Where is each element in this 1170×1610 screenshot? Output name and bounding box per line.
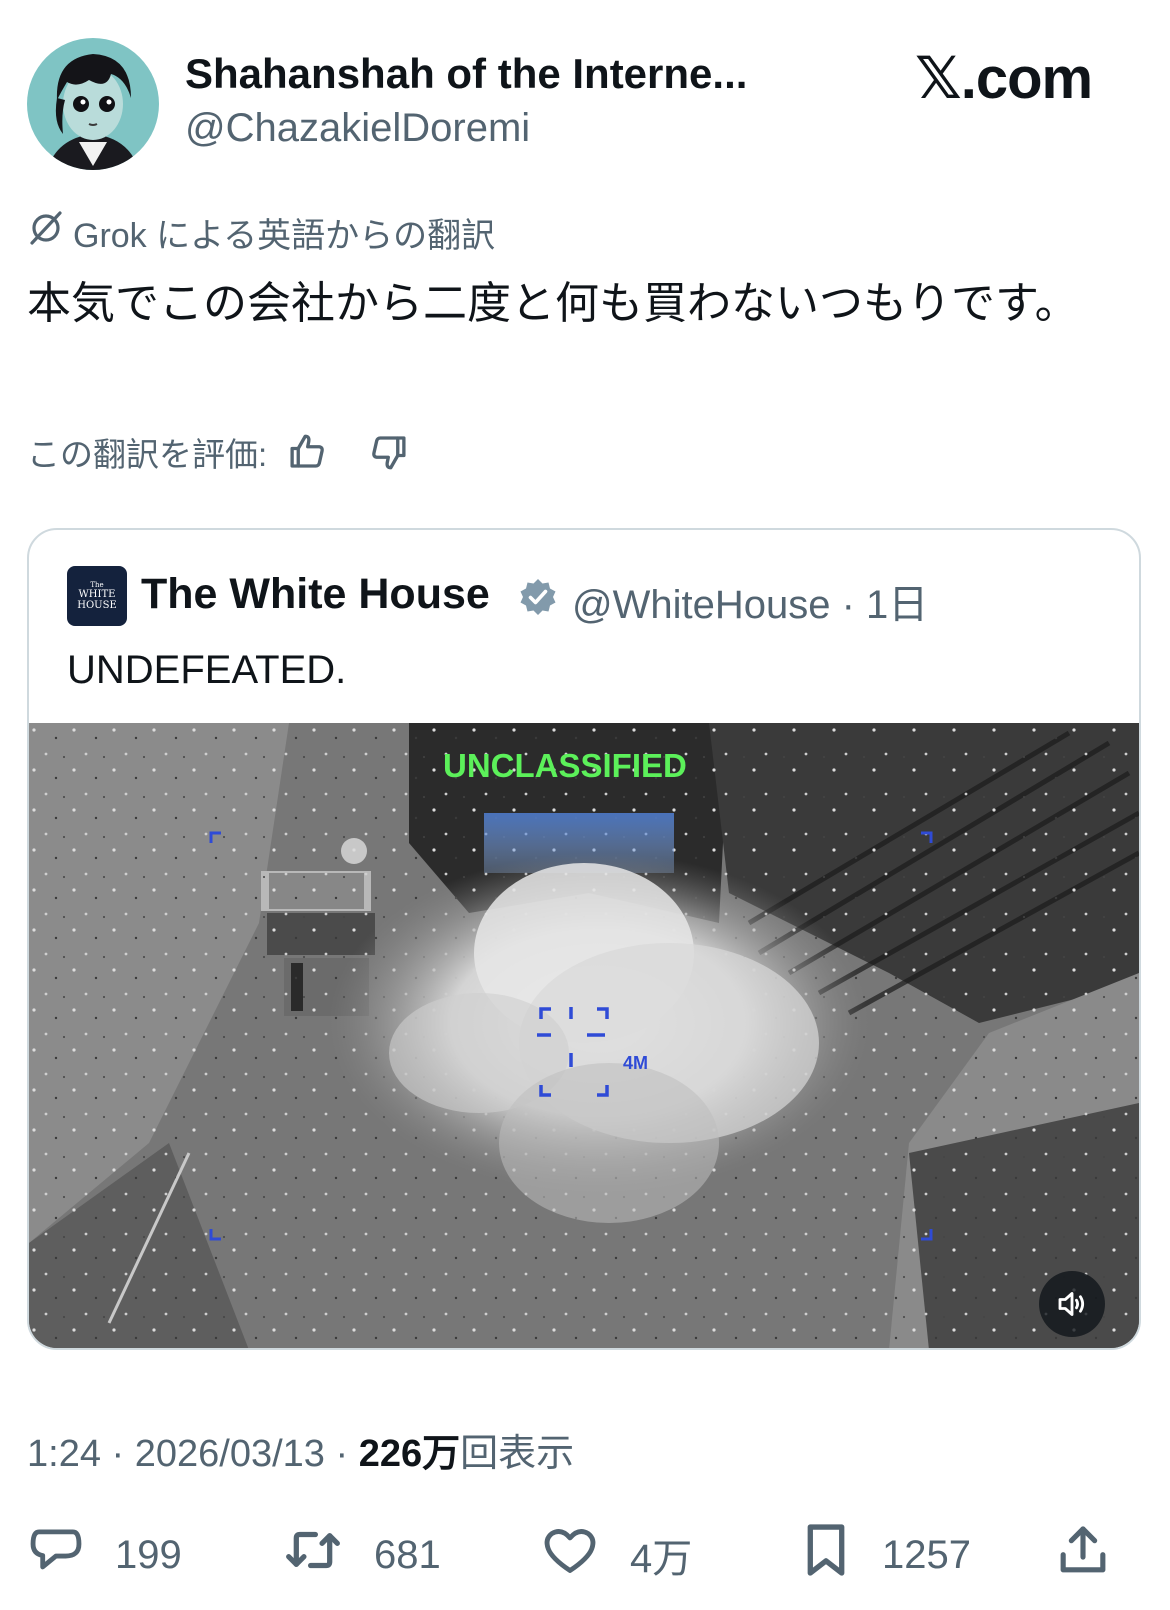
heart-icon: [540, 1521, 600, 1589]
repost-icon: [282, 1521, 344, 1589]
unclassified-overlay: UNCLASSIFIED: [443, 747, 687, 784]
quoted-video[interactable]: UNCLASSIFIED 4M: [29, 723, 1139, 1348]
avatar-text-the: The: [90, 581, 104, 589]
author-display-name[interactable]: Shahanshah of the Interne...: [185, 50, 747, 98]
bookmark-count: 1257: [882, 1532, 971, 1577]
bookmark-button[interactable]: 1257: [800, 1520, 971, 1590]
view-count: 226万: [358, 1433, 461, 1475]
translated-tweet-text: 本気でこの会社から二度と何も買わないつもりです。: [27, 279, 1079, 328]
author-handle[interactable]: @ChazakielDoremi: [185, 106, 530, 151]
reply-icon: [27, 1521, 85, 1589]
post-meta: 1:24 · 2026/03/13 · 226万回表示: [27, 1422, 574, 1477]
brand-suffix: .com: [960, 46, 1093, 111]
translation-source-label: Grok による英語からの翻訳: [73, 216, 496, 255]
volume-icon[interactable]: [1039, 1271, 1105, 1337]
quoted-handle-time[interactable]: @WhiteHouse · 1日: [572, 572, 928, 630]
post-action-bar: 199 681 4万 1257: [27, 1520, 1127, 1590]
hud-range-label: 4M: [623, 1053, 649, 1073]
like-button[interactable]: 4万: [540, 1520, 692, 1590]
x-logo-icon: 𝕏: [915, 44, 962, 112]
share-button[interactable]: [1055, 1520, 1111, 1590]
bookmark-icon: [800, 1521, 852, 1589]
rate-translation-row: この翻訳を評価:: [27, 428, 415, 476]
thumbs-up-icon[interactable]: [281, 426, 333, 478]
avatar-text-white: WHITE: [78, 589, 116, 600]
repost-count: 681: [374, 1532, 441, 1577]
reply-count: 199: [115, 1532, 182, 1577]
share-icon: [1055, 1521, 1111, 1589]
author-avatar[interactable]: [27, 38, 159, 170]
post-time-date[interactable]: 1:24 · 2026/03/13 ·: [27, 1433, 359, 1475]
quoted-post-card[interactable]: The WHITE HOUSE The White House @WhiteHo…: [27, 528, 1141, 1350]
rate-translation-label: この翻訳を評価:: [27, 436, 268, 473]
quoted-author-name[interactable]: The White House: [141, 570, 490, 619]
views-label: 回表示: [460, 1433, 575, 1475]
drone-footage-image: [29, 723, 1139, 1348]
thumbs-down-icon[interactable]: [363, 426, 415, 478]
grok-translation-label: Grok による英語からの翻訳: [27, 209, 496, 256]
x-com-logo: 𝕏.com: [915, 44, 1093, 112]
verified-badge-icon: [518, 577, 558, 617]
grok-icon: [27, 209, 65, 256]
avatar-text-house: HOUSE: [77, 600, 117, 611]
like-count: 4万: [630, 1537, 693, 1581]
reply-button[interactable]: 199: [27, 1520, 182, 1590]
repost-button[interactable]: 681: [282, 1520, 441, 1590]
white-house-avatar[interactable]: The WHITE HOUSE: [67, 566, 127, 626]
quoted-post-text: UNDEFEATED.: [67, 648, 347, 692]
